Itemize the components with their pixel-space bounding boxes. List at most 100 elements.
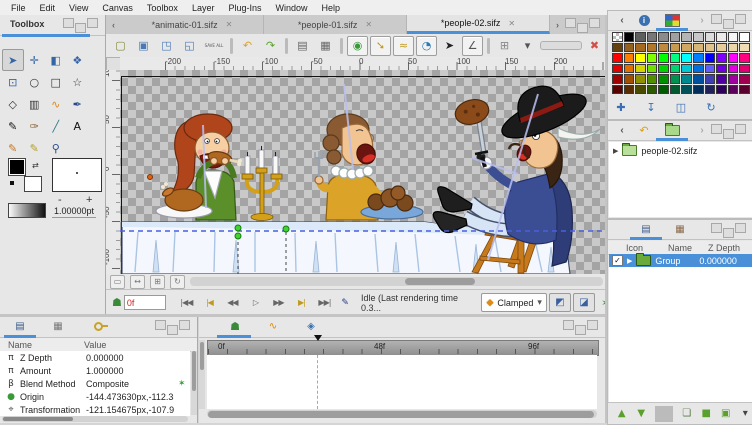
layers-toolbar-button[interactable]: ▲: [614, 406, 630, 422]
param-row[interactable]: π Amount 1.000000: [0, 364, 190, 377]
palette-swatch[interactable]: [728, 74, 739, 84]
palette-swatch[interactable]: [693, 85, 704, 95]
canvas-toolbar-button[interactable]: ◔: [416, 36, 437, 56]
current-time-field[interactable]: [124, 295, 166, 310]
toolbox-tool-button[interactable]: ⚲: [45, 137, 67, 159]
palette-swatch[interactable]: [670, 85, 681, 95]
menu-item[interactable]: Help: [315, 3, 348, 13]
panel-forward-icon[interactable]: ›: [692, 13, 712, 28]
toolbox-tool-button[interactable]: ○: [24, 71, 46, 93]
toolbox-tool-button[interactable]: □: [45, 71, 67, 93]
palette-swatch[interactable]: [739, 85, 750, 95]
scroll-thumb[interactable]: [3, 417, 73, 421]
palette-swatch[interactable]: [739, 53, 750, 63]
menu-item[interactable]: View: [62, 3, 95, 13]
palette-swatch[interactable]: [670, 32, 681, 42]
canvas-toolbar-button[interactable]: ▤: [292, 36, 313, 56]
timetrack-h-scrollbar[interactable]: [207, 410, 597, 418]
menu-item[interactable]: File: [4, 3, 33, 13]
toolbox-tool-button[interactable]: ◇: [2, 93, 24, 115]
keyframe-lock-future-button[interactable]: ◪: [573, 293, 595, 312]
tab-close-icon[interactable]: ✕: [226, 20, 233, 29]
menu-item[interactable]: Edit: [33, 3, 63, 13]
palette-swatch[interactable]: [624, 64, 635, 74]
document-tab[interactable]: *animatic-01.sifz ✕: [121, 15, 264, 34]
palette-swatch[interactable]: [728, 53, 739, 63]
palette-tab-icon[interactable]: [662, 13, 682, 28]
playback-button[interactable]: ▶▶|: [313, 294, 335, 312]
brush-preview[interactable]: [52, 158, 102, 192]
palette-swatch[interactable]: [728, 85, 739, 95]
brush-size-value[interactable]: 1.00000pt: [52, 206, 96, 218]
palette-swatch[interactable]: [647, 85, 658, 95]
palette-swatch[interactable]: [647, 74, 658, 84]
column-header[interactable]: Value: [84, 340, 106, 350]
palette-swatch[interactable]: [716, 64, 727, 74]
time-cursor[interactable]: [314, 335, 322, 341]
params-v-scrollbar[interactable]: [191, 351, 197, 415]
palette-swatch[interactable]: [681, 53, 692, 63]
scroll-thumb[interactable]: [192, 351, 196, 391]
timetrack-v-scrollbar[interactable]: [199, 340, 205, 409]
candelabra[interactable]: [242, 146, 282, 221]
stop-render-button[interactable]: ✖: [584, 36, 605, 56]
scroll-thumb[interactable]: [405, 278, 475, 285]
palette-swatch[interactable]: [635, 43, 646, 53]
toolbox-tool-button[interactable]: ➤: [2, 49, 24, 71]
menu-item[interactable]: Window: [268, 3, 314, 13]
palette-swatch[interactable]: [658, 32, 669, 42]
dock-handle[interactable]: [563, 318, 603, 335]
palette-swatch[interactable]: [635, 53, 646, 63]
palette-swatch[interactable]: [658, 74, 669, 84]
palette-swatch[interactable]: [624, 74, 635, 84]
layers-toolbar-button[interactable]: ❏: [679, 406, 695, 422]
panel-forward-icon[interactable]: ›: [692, 123, 712, 138]
palette-swatch[interactable]: [716, 74, 727, 84]
canvas-toolbar-button[interactable]: ⊞: [494, 36, 515, 56]
canvas-option-button[interactable]: ▭: [110, 275, 125, 289]
canvas-toolbar-button[interactable]: SAVE ALL: [202, 36, 226, 56]
palette-swatch[interactable]: [739, 32, 750, 42]
palette-swatch[interactable]: [705, 32, 716, 42]
palette-swatch[interactable]: [693, 43, 704, 53]
tab-close-icon[interactable]: ✕: [508, 19, 515, 28]
canvas-toolbar-button[interactable]: ↶: [237, 36, 258, 56]
toolbox-tool-button[interactable]: ⊡: [2, 71, 24, 93]
palette-swatch[interactable]: [739, 64, 750, 74]
curves-tab-icon[interactable]: ∿: [263, 319, 283, 334]
canvas-toolbar-button[interactable]: ▣: [133, 36, 154, 56]
palette-swatch[interactable]: [670, 74, 681, 84]
layers-toolbar-button[interactable]: ■: [699, 406, 715, 422]
dock-handle[interactable]: [565, 16, 605, 33]
palette-swatch[interactable]: [739, 74, 750, 84]
palette-button[interactable]: ◫: [672, 99, 690, 115]
palette-button[interactable]: ✚: [612, 99, 630, 115]
playback-button[interactable]: |◀◀: [175, 294, 197, 312]
palette-swatch[interactable]: [728, 64, 739, 74]
param-value[interactable]: -121.154675px,-107.9105: [86, 405, 174, 415]
layers-toolbar-button[interactable]: ▾: [738, 406, 752, 422]
palette-swatch[interactable]: [624, 53, 635, 63]
playback-button[interactable]: |◀: [198, 294, 220, 312]
dock-handle[interactable]: [711, 122, 751, 139]
reset-colors-dot[interactable]: [10, 181, 14, 185]
menu-item[interactable]: Plug-Ins: [221, 3, 268, 13]
dock-handle[interactable]: [711, 12, 751, 29]
playback-button[interactable]: ◀◀: [221, 294, 243, 312]
palette-swatch[interactable]: [693, 74, 704, 84]
keyframes-tab-icon[interactable]: [88, 319, 108, 334]
horizontal-ruler[interactable]: -200-150-100-50050100150200: [120, 57, 605, 71]
palette-swatch[interactable]: [647, 43, 658, 53]
palette-button[interactable]: ↻: [702, 99, 720, 115]
scroll-thumb[interactable]: [208, 411, 594, 418]
vertical-ruler[interactable]: 100500-50-100: [106, 70, 121, 274]
scroll-thumb[interactable]: [200, 342, 204, 370]
info-icon[interactable]: i: [634, 13, 654, 28]
column-header[interactable]: Icon: [608, 243, 668, 253]
palette-swatch[interactable]: [658, 53, 669, 63]
expander-icon[interactable]: ▶: [627, 257, 632, 265]
palette-swatch[interactable]: [705, 85, 716, 95]
canvas-toolbar-button[interactable]: ▢: [110, 36, 131, 56]
playback-button[interactable]: ▷: [244, 294, 266, 312]
canvas-toolbar-button[interactable]: [487, 38, 490, 54]
